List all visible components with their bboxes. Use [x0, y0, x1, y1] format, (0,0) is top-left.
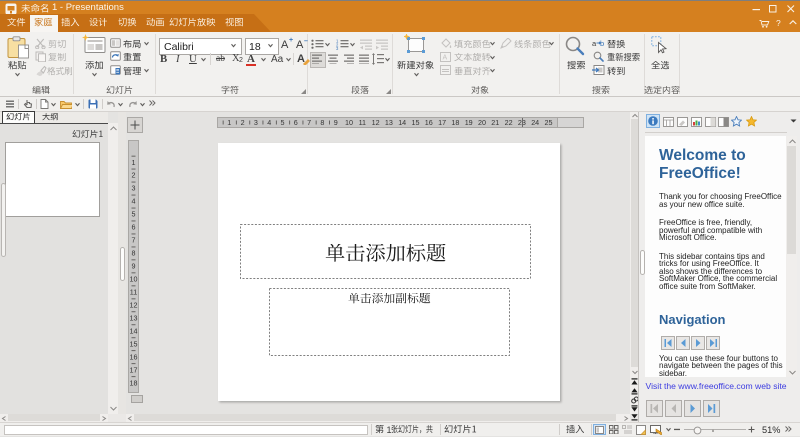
svg-text:16: 16 [130, 352, 138, 361]
svg-text:15: 15 [130, 339, 138, 348]
svg-text:5: 5 [281, 118, 285, 127]
svg-text:3: 3 [132, 184, 136, 193]
svg-text:19: 19 [465, 118, 473, 127]
svg-text:1: 1 [227, 118, 231, 127]
svg-text:14: 14 [130, 326, 138, 335]
svg-text:14: 14 [398, 118, 406, 127]
svg-text:20: 20 [478, 118, 486, 127]
svg-text:11: 11 [359, 118, 366, 127]
svg-text:24: 24 [531, 118, 539, 127]
svg-text:11: 11 [130, 288, 137, 297]
svg-text:3: 3 [254, 118, 258, 127]
svg-text:17: 17 [438, 118, 446, 127]
svg-text:8: 8 [132, 249, 136, 258]
svg-text:12: 12 [372, 118, 380, 127]
svg-text:3: 3 [336, 46, 339, 50]
svg-text:8: 8 [320, 118, 324, 127]
svg-text:15: 15 [412, 118, 420, 127]
svg-text:9: 9 [334, 118, 338, 127]
svg-text:12: 12 [130, 300, 138, 309]
svg-text:13: 13 [385, 118, 393, 127]
svg-text:1: 1 [132, 158, 136, 167]
svg-text:10: 10 [130, 275, 138, 284]
svg-text:6: 6 [294, 118, 298, 127]
svg-text:18: 18 [451, 118, 459, 127]
svg-text:10: 10 [345, 118, 353, 127]
svg-text:A: A [443, 55, 448, 62]
svg-text:4: 4 [267, 118, 271, 127]
svg-text:25: 25 [545, 118, 553, 127]
svg-text:4: 4 [132, 197, 136, 206]
svg-text:16: 16 [425, 118, 433, 127]
svg-text:13: 13 [130, 313, 138, 322]
svg-text:9: 9 [132, 262, 136, 271]
svg-text:5: 5 [132, 210, 136, 219]
svg-text:18: 18 [130, 378, 138, 387]
svg-text:22: 22 [505, 118, 513, 127]
svg-text:7: 7 [132, 236, 136, 245]
svg-text:a: a [592, 39, 597, 48]
svg-text:2: 2 [132, 171, 136, 180]
svg-text:21: 21 [491, 118, 499, 127]
svg-text:6: 6 [132, 223, 136, 232]
svg-text:17: 17 [130, 365, 138, 374]
svg-text:2: 2 [241, 118, 245, 127]
svg-text:b: b [600, 39, 604, 48]
svg-text:7: 7 [307, 118, 311, 127]
